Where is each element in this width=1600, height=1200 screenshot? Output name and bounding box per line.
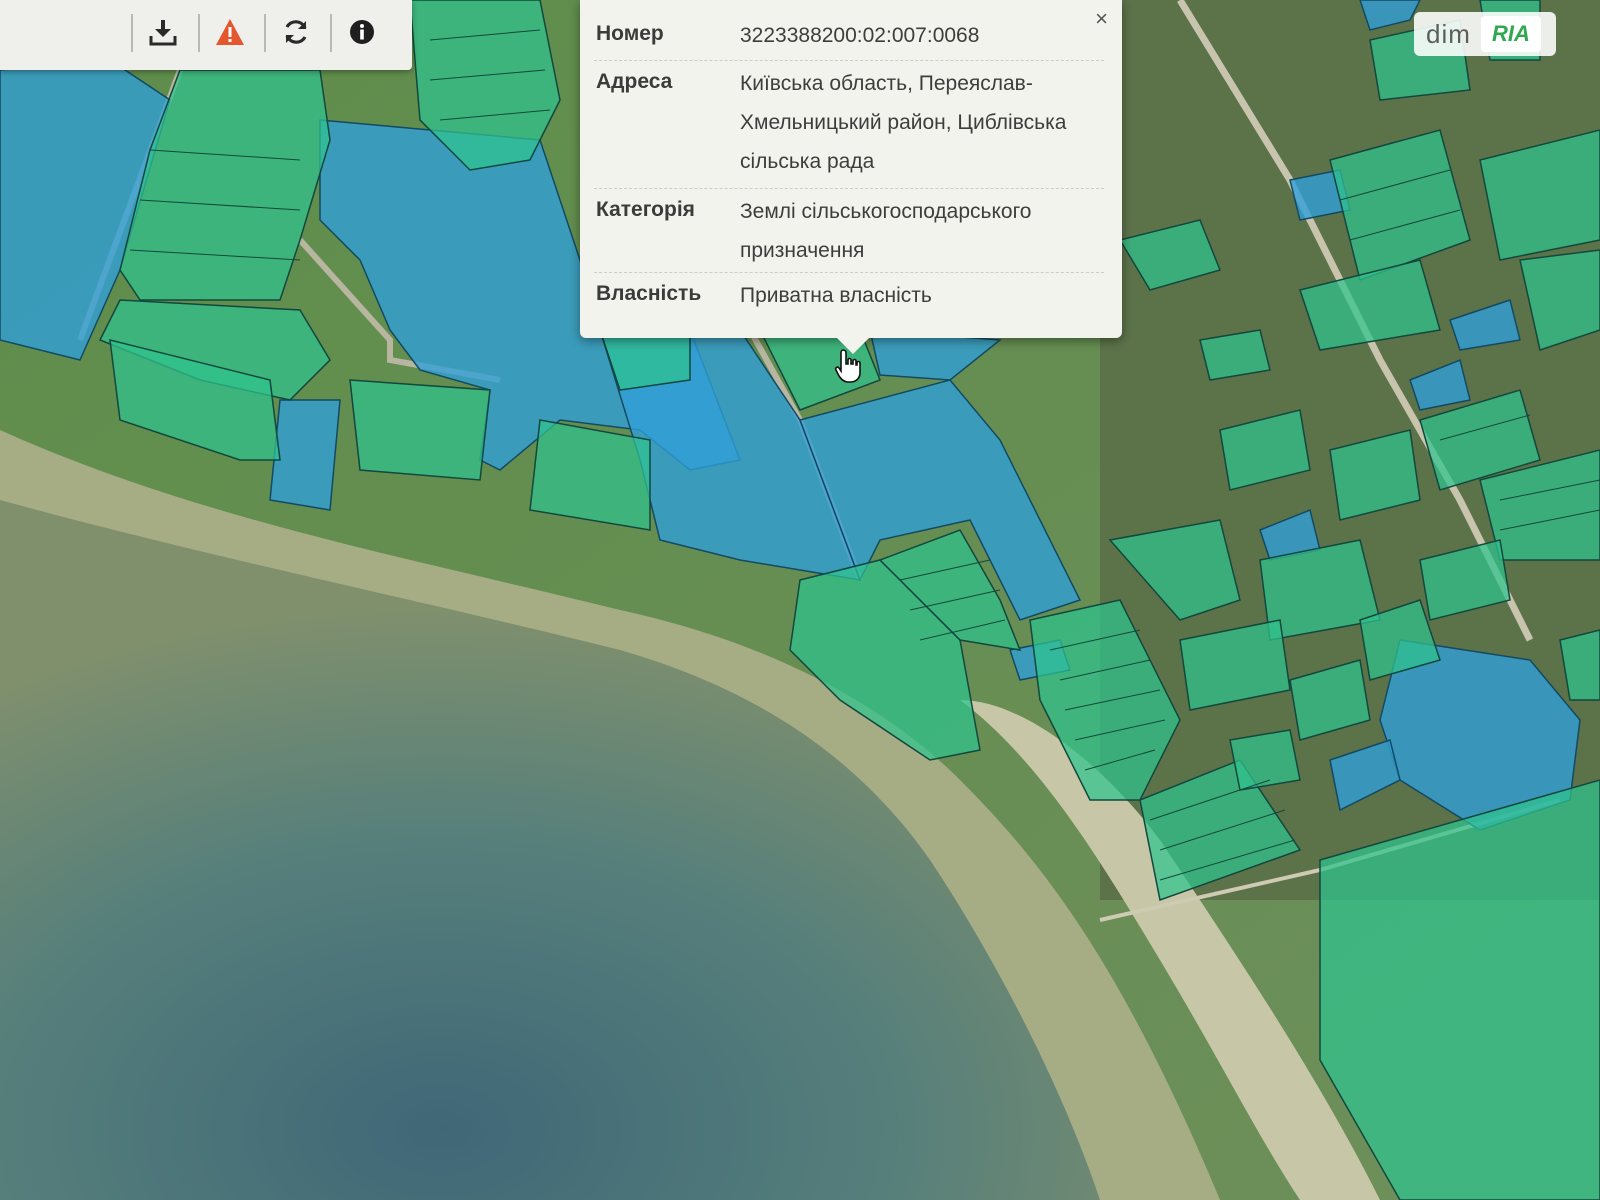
field-label: Адреса [596, 70, 673, 93]
hand-cursor-icon [834, 349, 861, 383]
download-icon [149, 20, 177, 46]
field-label: Категорія [596, 198, 695, 221]
row-divider [594, 272, 1104, 273]
warning-icon [216, 19, 244, 45]
map-toolbar [0, 0, 412, 70]
info-icon [350, 20, 374, 44]
field-label: Власність [596, 282, 702, 305]
toolbar-divider [198, 14, 200, 52]
field-value: Землі сільськогосподарського призначення [740, 200, 1032, 262]
row-divider [594, 60, 1104, 61]
toolbar-divider [264, 14, 266, 52]
field-row-address: Адреса Київська область, Переяслав-Хмель… [596, 64, 1106, 184]
refresh-button[interactable] [276, 12, 316, 52]
refresh-icon [285, 20, 307, 44]
parcel-info-popup: × Номер 3223388200:02:007:0068 Адреса Ки… [580, 0, 1122, 338]
field-label: Номер [596, 22, 664, 45]
field-value: 3223388200:02:007:0068 [740, 24, 980, 47]
row-divider [594, 188, 1104, 189]
field-value: Приватна власність [740, 284, 932, 307]
info-button[interactable] [342, 12, 382, 52]
field-value: Київська область, Переяслав-Хмельницький… [740, 72, 1067, 173]
watermark-text: dim [1426, 18, 1471, 49]
download-button[interactable] [143, 12, 183, 52]
field-row-number: Номер 3223388200:02:007:0068 [596, 16, 1106, 56]
field-row-ownership: Власність Приватна власність [596, 276, 1106, 320]
dimria-watermark: dim RIA [1414, 12, 1556, 56]
warning-button[interactable] [210, 12, 250, 52]
field-row-category: Категорія Землі сільськогосподарського п… [596, 192, 1106, 272]
toolbar-divider [131, 14, 133, 52]
toolbar-divider [330, 14, 332, 52]
watermark-logo-text: RIA [1491, 21, 1530, 46]
watermark-logo: RIA [1480, 16, 1541, 52]
